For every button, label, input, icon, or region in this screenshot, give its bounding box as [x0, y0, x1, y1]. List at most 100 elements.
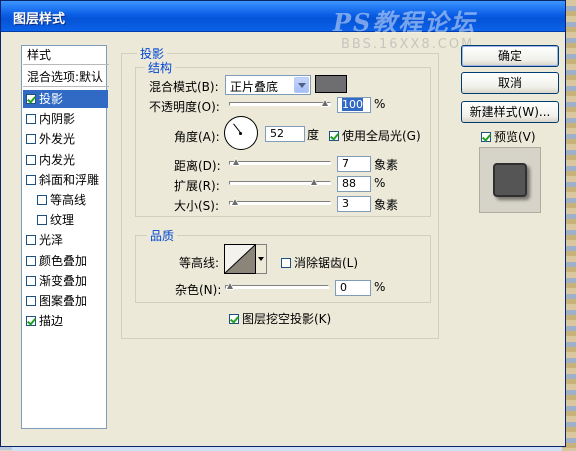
noise-slider[interactable]	[225, 281, 329, 290]
window-title: 图层样式	[13, 12, 66, 27]
antialias-check-icon[interactable]	[281, 258, 291, 268]
global-light-checkbox[interactable]: 使用全局光(G)	[329, 127, 421, 144]
contour-dropdown-arrow-icon[interactable]	[256, 244, 267, 274]
style-item-label: 纹理	[50, 213, 75, 228]
style-item-checkbox-icon[interactable]	[26, 134, 36, 145]
spread-slider[interactable]	[229, 177, 331, 186]
style-preview	[479, 147, 541, 213]
size-slider-thumb[interactable]	[230, 197, 240, 206]
style-item-label: 内发光	[39, 152, 76, 167]
angle-value: 52	[270, 127, 284, 140]
angle-center-dot	[239, 132, 242, 135]
distance-value: 7	[342, 157, 349, 170]
style-item[interactable]: 内发光	[23, 151, 108, 169]
style-item[interactable]: 描边	[23, 312, 108, 330]
layer-style-dialog: 图层样式 PS教程论坛 BBS.16XX8.COM 样式 混合选项:默认 投影内…	[0, 0, 566, 447]
style-item-label: 渐变叠加	[39, 273, 88, 288]
style-item-checkbox-icon[interactable]	[26, 94, 36, 104]
noise-value: 0	[340, 281, 347, 294]
knockout-label: 图层挖空投影(K)	[242, 312, 332, 326]
styles-header[interactable]: 样式	[23, 46, 109, 65]
distance-unit: 象素	[374, 158, 399, 172]
style-item-label: 图案叠加	[39, 294, 88, 308]
style-item-checkbox-icon[interactable]	[26, 114, 36, 125]
spread-label: 扩展(R):	[174, 179, 220, 193]
knockout-check-icon[interactable]	[229, 314, 239, 324]
antialias-label: 消除锯齿(L)	[294, 256, 359, 270]
opacity-field[interactable]: 100	[337, 97, 371, 113]
distance-slider-thumb[interactable]	[231, 157, 241, 166]
style-item[interactable]: 等高线	[23, 191, 119, 209]
noise-field[interactable]: 0	[335, 280, 371, 296]
distance-label: 距离(D):	[174, 159, 221, 173]
cancel-button[interactable]: 取消	[461, 72, 559, 94]
quality-title: 品质	[147, 227, 178, 244]
contour-label: 等高线:	[179, 256, 220, 270]
title-bar[interactable]: 图层样式 PS教程论坛	[1, 1, 565, 37]
opacity-unit: %	[374, 97, 386, 111]
noise-label: 杂色(N):	[175, 283, 222, 297]
style-item[interactable]: 外发光	[23, 130, 108, 148]
angle-field[interactable]: 52	[265, 126, 305, 142]
spread-field[interactable]: 88	[337, 176, 371, 192]
knockout-checkbox[interactable]: 图层挖空投影(K)	[229, 310, 331, 327]
style-item-label: 颜色叠加	[39, 253, 88, 268]
style-item-checkbox-icon[interactable]	[37, 195, 47, 205]
opacity-slider-thumb[interactable]	[321, 98, 330, 107]
style-item-checkbox-icon[interactable]	[26, 154, 36, 165]
style-item[interactable]: 光泽	[23, 231, 108, 249]
style-item[interactable]: 斜面和浮雕	[23, 171, 108, 189]
style-item-label: 外发光	[39, 132, 76, 147]
style-item[interactable]: 渐变叠加	[23, 272, 108, 290]
distance-slider[interactable]	[229, 157, 331, 166]
spread-value: 88	[342, 177, 356, 190]
noise-slider-thumb[interactable]	[226, 281, 235, 290]
style-item-checkbox-icon[interactable]	[26, 174, 36, 185]
style-item-checkbox-icon[interactable]	[26, 316, 36, 327]
contour-curve	[225, 245, 255, 273]
shadow-color-swatch[interactable]	[315, 75, 347, 93]
ok-button[interactable]: 确定	[461, 45, 559, 67]
opacity-slider[interactable]	[229, 98, 331, 107]
style-preview-thumbnail	[493, 163, 527, 197]
watermark-url: BBS.16XX8.COM	[341, 37, 475, 52]
preview-check-icon[interactable]	[481, 132, 491, 142]
style-item-label: 投影	[39, 92, 64, 106]
blend-mode-select[interactable]: 正片叠底	[225, 75, 311, 95]
chevron-down-icon[interactable]	[294, 77, 309, 93]
size-field[interactable]: 3	[337, 196, 371, 212]
styles-list: 样式 混合选项:默认 投影 内阴影 外发光 内发光 斜面和浮雕 等高线 纹理 光泽 颜色叠加 渐变…	[21, 45, 109, 429]
noise-unit: %	[374, 280, 386, 294]
style-item[interactable]: 内阴影	[23, 110, 108, 128]
global-light-check-icon[interactable]	[329, 131, 339, 141]
size-label: 大小(S):	[174, 199, 220, 213]
size-slider[interactable]	[229, 197, 331, 206]
style-item-checkbox-icon[interactable]	[26, 255, 36, 266]
style-item[interactable]: 颜色叠加	[23, 252, 108, 270]
style-item[interactable]: 投影	[23, 90, 108, 108]
style-item-checkbox-icon[interactable]	[26, 275, 36, 286]
structure-title: 结构	[145, 59, 176, 76]
blend-mode-label: 混合模式(B):	[149, 80, 219, 94]
style-item-label: 描边	[39, 314, 64, 329]
preview-checkbox[interactable]: 预览(V)	[481, 128, 536, 145]
style-item[interactable]: 纹理	[23, 211, 119, 229]
style-item-checkbox-icon[interactable]	[26, 296, 36, 306]
opacity-label: 不透明度(O):	[149, 100, 220, 114]
style-item-checkbox-icon[interactable]	[26, 235, 36, 246]
antialias-checkbox[interactable]: 消除锯齿(L)	[281, 254, 358, 271]
distance-field[interactable]: 7	[337, 156, 371, 172]
style-item-label: 内阴影	[39, 112, 76, 127]
blend-mode-value: 正片叠底	[230, 80, 279, 94]
style-item-checkbox-icon[interactable]	[37, 215, 47, 226]
spread-slider-thumb[interactable]	[310, 177, 319, 186]
size-unit: 象素	[374, 198, 399, 212]
angle-dial[interactable]	[224, 116, 258, 150]
new-style-button[interactable]: 新建样式(W)...	[461, 101, 559, 123]
style-item[interactable]: 图案叠加	[23, 292, 108, 310]
spread-unit: %	[374, 176, 386, 190]
blend-options-item[interactable]: 混合选项:默认	[23, 68, 109, 87]
angle-unit: 度	[307, 128, 320, 142]
preview-label: 预览(V)	[494, 130, 536, 144]
contour-preview[interactable]	[224, 244, 256, 274]
